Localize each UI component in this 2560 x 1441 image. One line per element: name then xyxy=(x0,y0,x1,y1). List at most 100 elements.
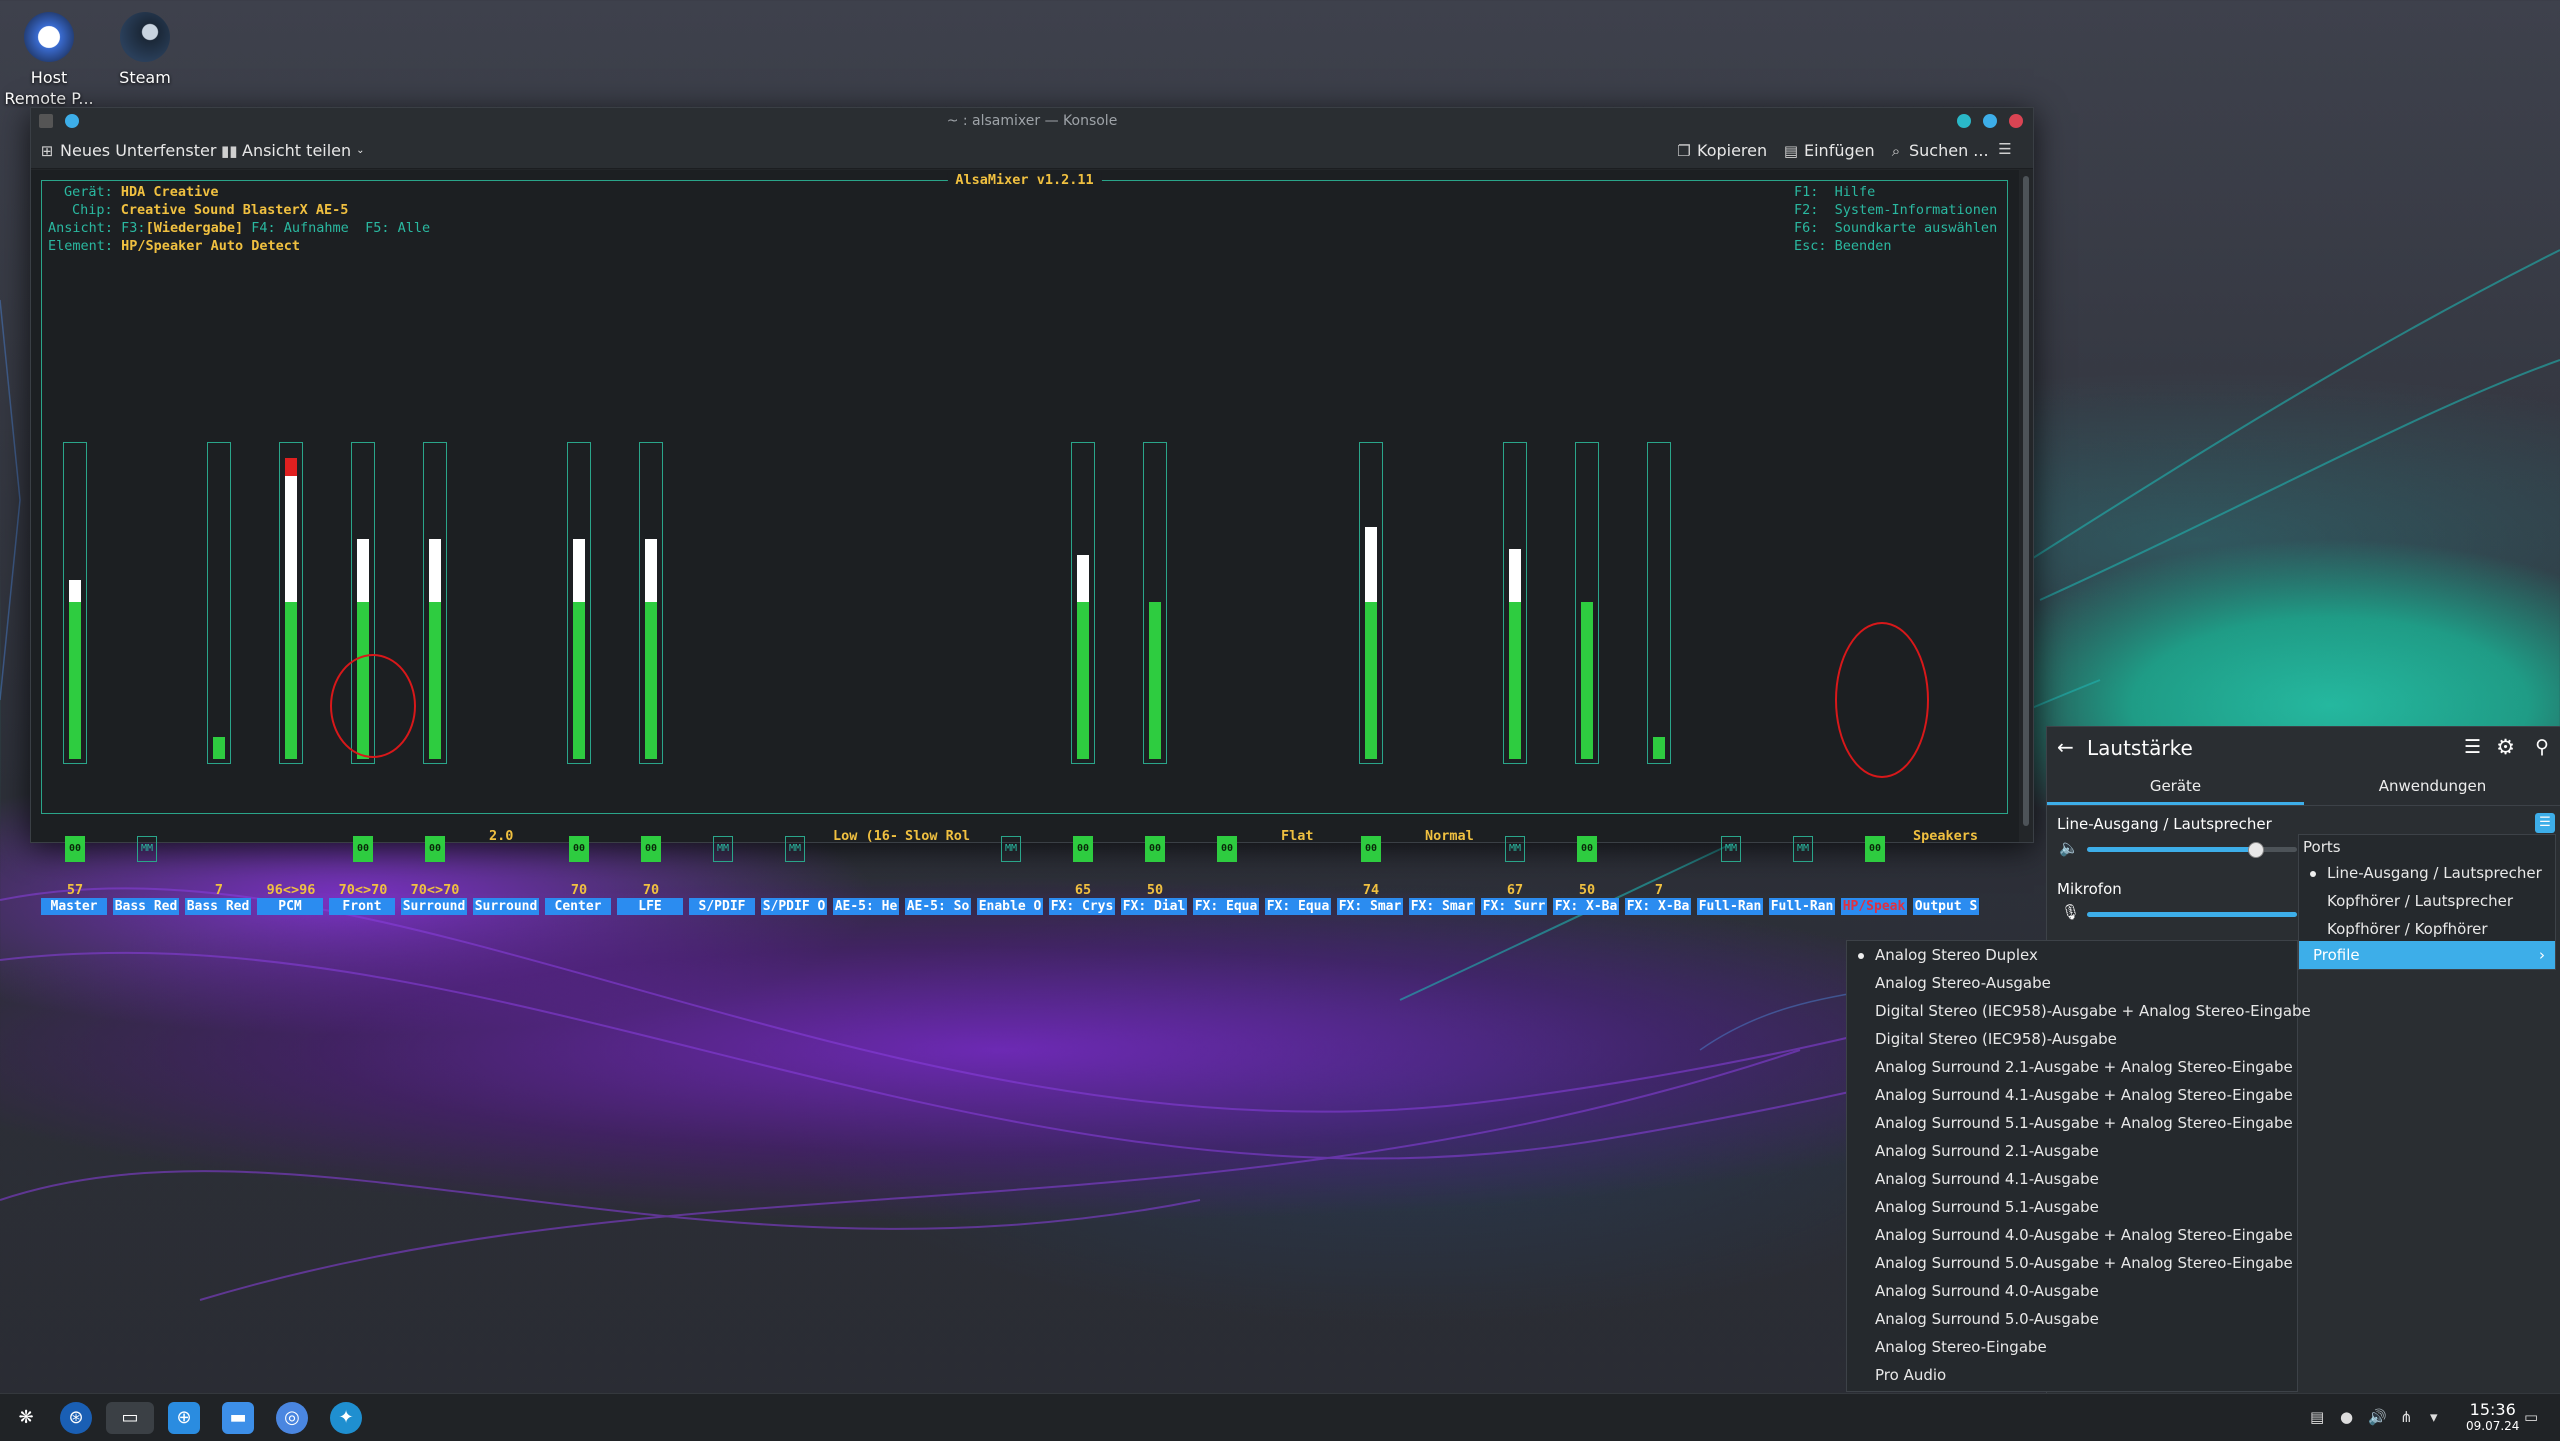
profile-item[interactable]: Analog Surround 4.1-Ausgabe + Analog Ste… xyxy=(1847,1081,2297,1109)
device-menu-icon[interactable]: ☰ xyxy=(2535,813,2555,833)
volume-bar[interactable] xyxy=(1359,442,1383,764)
pin-icon[interactable]: ⚲ xyxy=(2535,736,2549,758)
enum-value[interactable]: Flat xyxy=(1281,828,1314,844)
maximize-button[interactable] xyxy=(1983,114,1997,128)
terminal-area[interactable]: AlsaMixer v1.2.11 Gerät: HDA Creative Ch… xyxy=(31,170,2019,915)
mute-toggle[interactable]: MM xyxy=(713,836,733,862)
enum-value[interactable]: Low (16- xyxy=(833,828,898,844)
desktop-icon-steam[interactable]: Steam xyxy=(90,6,200,88)
profile-item[interactable]: Analog Surround 5.0-Ausgabe + Analog Ste… xyxy=(1847,1249,2297,1277)
close-button[interactable] xyxy=(2009,114,2023,128)
enum-value[interactable]: Slow Rol xyxy=(905,828,970,844)
volume-bar[interactable] xyxy=(63,442,87,764)
mute-toggle[interactable]: MM xyxy=(1793,836,1813,862)
profile-item[interactable]: Analog Surround 2.1-Ausgabe + Analog Ste… xyxy=(1847,1053,2297,1081)
volume-bar[interactable] xyxy=(567,442,591,764)
channel-label[interactable]: Output S xyxy=(1913,898,1979,915)
microphone-icon[interactable]: 🎙 xyxy=(2061,903,2080,921)
volume-bar[interactable] xyxy=(279,442,303,764)
remote-desktop-icon[interactable]: ✦ xyxy=(330,1402,362,1434)
new-tab-button[interactable]: ⊞ Neues Unterfenster ⌄ xyxy=(39,141,230,160)
volume-icon[interactable]: 🔊 xyxy=(2368,1408,2387,1426)
channel-label[interactable]: Center xyxy=(545,898,611,915)
channel-label[interactable]: FX: Dial xyxy=(1121,898,1187,915)
folder-icon[interactable]: ▬ xyxy=(222,1402,254,1434)
browser-icon[interactable]: ◎ xyxy=(276,1402,308,1434)
list-menu-icon[interactable]: ☰ xyxy=(2464,736,2481,758)
channel-label[interactable]: FX: Crys xyxy=(1049,898,1115,915)
profile-item[interactable]: Analog Stereo Duplex xyxy=(1847,941,2297,969)
mute-toggle[interactable]: 00 xyxy=(1145,836,1165,862)
enum-value[interactable]: Normal xyxy=(1425,828,1474,844)
channel-label[interactable]: Bass Red xyxy=(185,898,251,915)
split-view-button[interactable]: ▮▮ Ansicht teilen ⌄ xyxy=(221,141,365,160)
volume-bar[interactable] xyxy=(639,442,663,764)
search-button[interactable]: ⌕ Suchen ... xyxy=(1888,141,1989,160)
paste-button[interactable]: ▤ Einfügen xyxy=(1783,141,1875,160)
terminal-scrollbar[interactable] xyxy=(2019,170,2033,842)
channel-label[interactable]: S/PDIF xyxy=(689,898,755,915)
channel-label[interactable]: Full-Ran xyxy=(1769,898,1835,915)
volume-bar[interactable] xyxy=(1143,442,1167,764)
network-icon[interactable]: ⋔ xyxy=(2400,1408,2413,1426)
window-menu-icon[interactable] xyxy=(39,114,53,128)
profile-item[interactable]: Pro Audio xyxy=(1847,1361,2297,1389)
mute-toggle[interactable]: 00 xyxy=(353,836,373,862)
minimize-button[interactable] xyxy=(1957,114,1971,128)
back-arrow-icon[interactable]: ← xyxy=(2057,735,2074,759)
port-item-line-out[interactable]: Line-Ausgang / Lautsprecher xyxy=(2299,859,2555,887)
mute-toggle[interactable]: 00 xyxy=(1217,836,1237,862)
output-volume-slider[interactable] xyxy=(2087,842,2297,858)
mute-toggle[interactable]: MM xyxy=(1721,836,1741,862)
profile-item[interactable]: Analog Surround 4.0-Ausgabe + Analog Ste… xyxy=(1847,1221,2297,1249)
channel-label[interactable]: FX: Smar xyxy=(1409,898,1475,915)
channel-label[interactable]: FX: Smar xyxy=(1337,898,1403,915)
profile-item[interactable]: Digital Stereo (IEC958)-Ausgabe + Analog… xyxy=(1847,997,2311,1025)
mute-toggle[interactable]: 00 xyxy=(1073,836,1093,862)
steam-taskbar-icon[interactable]: ⊛ xyxy=(60,1402,92,1434)
profile-item[interactable]: Analog Surround 5.1-Ausgabe + Analog Ste… xyxy=(1847,1109,2297,1137)
channel-label[interactable]: PCM xyxy=(257,898,323,915)
profile-item[interactable]: Analog Stereo-Ausgabe xyxy=(1847,969,2297,997)
profile-item[interactable]: Analog Surround 4.0-Ausgabe xyxy=(1847,1277,2297,1305)
channel-label[interactable]: Enable O xyxy=(977,898,1043,915)
profile-item[interactable]: Analog Surround 5.0-Ausgabe xyxy=(1847,1305,2297,1333)
mute-toggle[interactable]: 00 xyxy=(65,836,85,862)
mute-toggle[interactable]: 00 xyxy=(1361,836,1381,862)
mute-toggle[interactable]: 00 xyxy=(1865,836,1885,862)
enum-value[interactable]: 2.0 xyxy=(489,828,513,844)
channel-label[interactable]: FX: Equa xyxy=(1193,898,1259,915)
channel-label[interactable]: Master xyxy=(41,898,107,915)
channel-label[interactable]: FX: Surr xyxy=(1481,898,1547,915)
mute-toggle[interactable]: 00 xyxy=(569,836,589,862)
enum-value[interactable]: Speakers xyxy=(1913,828,1978,844)
mute-toggle[interactable]: MM xyxy=(137,836,157,862)
profile-item[interactable]: Analog Surround 4.1-Ausgabe xyxy=(1847,1165,2297,1193)
channel-label[interactable]: HP/Speak xyxy=(1841,898,1907,915)
volume-bar[interactable] xyxy=(1071,442,1095,764)
profile-item[interactable]: Analog Surround 5.1-Ausgabe xyxy=(1847,1193,2297,1221)
volume-bar[interactable] xyxy=(1575,442,1599,764)
profile-item[interactable]: Digital Stereo (IEC958)-Ausgabe xyxy=(1847,1025,2297,1053)
channel-label[interactable]: Surround xyxy=(473,898,539,915)
profile-item[interactable]: Analog Stereo-Eingabe xyxy=(1847,1333,2297,1361)
desktop-icon-host-remote[interactable]: Host Remote P... xyxy=(0,6,104,109)
channel-label[interactable]: Surround xyxy=(401,898,467,915)
show-desktop-icon[interactable]: ▭ xyxy=(2524,1408,2538,1426)
port-item-headphones[interactable]: Kopfhörer / Kopfhörer xyxy=(2299,915,2555,943)
hamburger-menu-button[interactable]: ☰ xyxy=(1997,141,2013,157)
speaker-icon[interactable]: 🔈 xyxy=(2059,838,2079,857)
gear-icon[interactable]: ⚙ xyxy=(2496,735,2515,759)
mute-toggle[interactable]: 00 xyxy=(425,836,445,862)
discover-icon[interactable]: ⊕ xyxy=(168,1402,200,1434)
mute-toggle[interactable]: 00 xyxy=(1577,836,1597,862)
mute-toggle[interactable]: MM xyxy=(785,836,805,862)
channel-label[interactable]: Front xyxy=(329,898,395,915)
channel-label[interactable]: S/PDIF O xyxy=(761,898,827,915)
profile-item[interactable]: Analog Surround 2.1-Ausgabe xyxy=(1847,1137,2297,1165)
copy-button[interactable]: ❐ Kopieren xyxy=(1676,141,1767,160)
volume-bar[interactable] xyxy=(423,442,447,764)
channel-label[interactable]: FX: X-Ba xyxy=(1625,898,1691,915)
mute-toggle[interactable]: MM xyxy=(1505,836,1525,862)
channel-label[interactable]: Full-Ran xyxy=(1697,898,1763,915)
